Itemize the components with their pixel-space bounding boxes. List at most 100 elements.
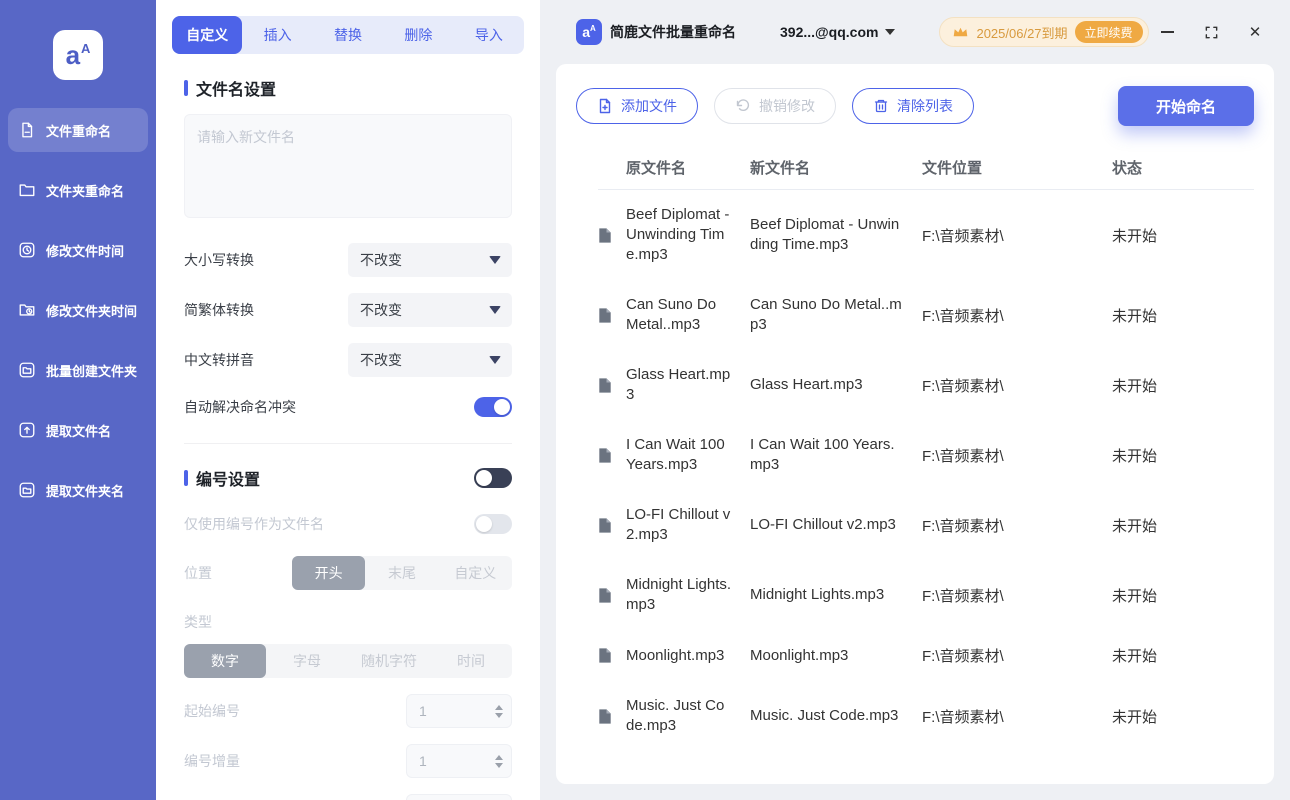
position-segmented: 开头 末尾 自定义 <box>292 556 512 590</box>
cell-status: 未开始 <box>1112 648 1158 665</box>
table-row[interactable]: I Can Wait 100 Years.mp3 I Can Wait 100 … <box>598 420 1254 490</box>
sidebar-item-extract-filename[interactable]: 提取文件名 <box>8 408 148 452</box>
cell-original-name: Moonlight.mp3 <box>626 646 725 664</box>
sidebar-item-folder-time[interactable]: 修改文件夹时间 <box>8 288 148 332</box>
sidebar-item-label: 提取文件名 <box>46 423 112 439</box>
stepper-up-icon[interactable] <box>495 704 503 710</box>
case-convert-select[interactable]: 不改变 <box>348 243 512 277</box>
close-button[interactable]: ✕ <box>1246 23 1264 41</box>
cell-status: 未开始 <box>1112 708 1158 726</box>
increment-label: 编号增量 <box>184 753 240 769</box>
type-option-letter[interactable]: 字母 <box>266 644 348 678</box>
new-filename-input[interactable] <box>184 114 512 218</box>
license-pill: 2025/06/27到期 立即续费 <box>939 17 1149 47</box>
file-icon <box>598 587 626 604</box>
section-title: 编号设置 <box>196 472 261 489</box>
sidebar-item-file-rename[interactable]: 文件重命名 <box>8 108 148 152</box>
cell-location: F:\音频素材\ <box>922 377 1004 395</box>
stepper-up-icon[interactable] <box>495 754 503 760</box>
cell-status: 未开始 <box>1112 227 1158 245</box>
position-option-start[interactable]: 开头 <box>292 556 366 590</box>
cell-location: F:\音频素材\ <box>922 648 1004 665</box>
conflict-resolve-toggle[interactable] <box>474 397 512 417</box>
segment-label: 末尾 <box>387 565 416 581</box>
sidebar-item-extract-foldername[interactable]: 提取文件夹名 <box>8 468 148 512</box>
file-icon <box>598 647 626 664</box>
sidebar-item-file-time[interactable]: 修改文件时间 <box>8 228 148 272</box>
cell-original-name: Glass Heart.mp3 <box>626 366 731 403</box>
file-icon <box>598 227 626 244</box>
numbering-toggle[interactable] <box>474 468 512 488</box>
clear-list-icon <box>874 99 888 113</box>
chevron-down-icon <box>489 306 501 314</box>
tab-import[interactable]: 导入 <box>454 16 524 54</box>
account-menu[interactable]: 392...@qq.com <box>780 24 896 40</box>
tab-custom[interactable]: 自定义 <box>172 16 243 54</box>
button-label: 撤销修改 <box>759 98 815 114</box>
type-option-random[interactable]: 随机字符 <box>348 644 430 678</box>
maximize-icon <box>1205 26 1217 38</box>
type-option-number[interactable]: 数字 <box>184 644 266 678</box>
position-option-end[interactable]: 末尾 <box>365 556 438 590</box>
sidebar-item-folder-rename[interactable]: 文件夹重命名 <box>8 168 148 212</box>
increment-input[interactable] <box>406 744 512 778</box>
header-status: 状态 <box>1112 160 1143 177</box>
clipped-number-input[interactable] <box>406 794 512 800</box>
table-row[interactable]: LO-FI Chillout v2.mp3 LO-FI Chillout v2.… <box>598 490 1254 560</box>
table-row[interactable]: Beef Diplomat - Unwinding Time.mp3 Beef … <box>598 190 1254 280</box>
minimize-button[interactable] <box>1158 23 1176 41</box>
only-number-toggle[interactable] <box>474 514 512 534</box>
file-icon <box>598 447 626 464</box>
pinyin-convert-select[interactable]: 不改变 <box>348 343 512 377</box>
undo-button[interactable]: 撤销修改 <box>714 88 836 124</box>
minimize-icon <box>1160 31 1174 33</box>
sidebar-item-batch-create-folder[interactable]: 批量创建文件夹 <box>8 348 148 392</box>
cell-original-name: Midnight Lights.mp3 <box>626 576 732 613</box>
cell-original-name: Music. Just Code.mp3 <box>626 697 725 734</box>
stepper-down-icon[interactable] <box>495 762 503 768</box>
select-value: 不改变 <box>360 252 402 268</box>
tab-delete[interactable]: 删除 <box>383 16 453 54</box>
file-icon <box>598 517 626 534</box>
clear-list-button[interactable]: 清除列表 <box>852 88 974 124</box>
renew-button[interactable]: 立即续费 <box>1074 21 1143 43</box>
start-number-input[interactable] <box>406 694 512 728</box>
cell-location: F:\音频素材\ <box>922 307 1004 325</box>
maximize-button[interactable] <box>1202 23 1220 41</box>
file-rename-icon <box>22 122 33 138</box>
chevron-down-icon <box>885 29 896 35</box>
tab-insert[interactable]: 插入 <box>242 16 312 54</box>
segment-label: 自定义 <box>454 565 497 581</box>
select-value: 不改变 <box>360 352 402 368</box>
license-expiry: 2025/06/27到期 <box>976 25 1068 41</box>
add-files-button[interactable]: 添加文件 <box>576 88 698 124</box>
folder-rename-icon <box>19 184 35 197</box>
type-option-time[interactable]: 时间 <box>430 644 512 678</box>
increment-field[interactable] <box>419 753 475 769</box>
table-row[interactable]: Moonlight.mp3 Moonlight.mp3 F:\音频素材\ 未开始 <box>598 630 1254 681</box>
table-row[interactable]: Glass Heart.mp3 Glass Heart.mp3 F:\音频素材\… <box>598 350 1254 420</box>
file-icon <box>598 708 626 725</box>
start-rename-button[interactable]: 开始命名 <box>1117 86 1254 126</box>
start-number-field[interactable] <box>419 703 475 719</box>
tab-label: 导入 <box>474 27 503 43</box>
tab-label: 删除 <box>404 27 433 43</box>
position-option-custom[interactable]: 自定义 <box>439 556 512 590</box>
cell-location: F:\音频素材\ <box>922 587 1004 605</box>
tab-replace[interactable]: 替换 <box>313 16 383 54</box>
app-logo: a A <box>53 30 103 80</box>
stepper-down-icon[interactable] <box>495 712 503 718</box>
table-row[interactable]: Music. Just Code.mp3 Music. Just Code.mp… <box>598 681 1254 751</box>
table-row[interactable]: Midnight Lights.mp3 Midnight Lights.mp3 … <box>598 560 1254 630</box>
section-title: 文件名设置 <box>196 82 277 99</box>
cell-status: 未开始 <box>1112 307 1158 325</box>
button-label: 添加文件 <box>621 98 677 114</box>
cell-original-name: Can Suno Do Metal..mp3 <box>626 296 717 333</box>
sidebar-nav: 文件重命名 文件夹重命名 修改文件时间 修改文件夹时间 批量创建文件夹 提取文件… <box>0 80 156 512</box>
close-icon: ✕ <box>1248 24 1262 41</box>
file-icon <box>598 307 626 324</box>
tradsimp-convert-select[interactable]: 不改变 <box>348 293 512 327</box>
table-row[interactable]: Can Suno Do Metal..mp3 Can Suno Do Metal… <box>598 280 1254 350</box>
cell-new-name: Music. Just Code.mp3 <box>750 707 899 724</box>
logo-letter-a: a <box>65 40 81 70</box>
